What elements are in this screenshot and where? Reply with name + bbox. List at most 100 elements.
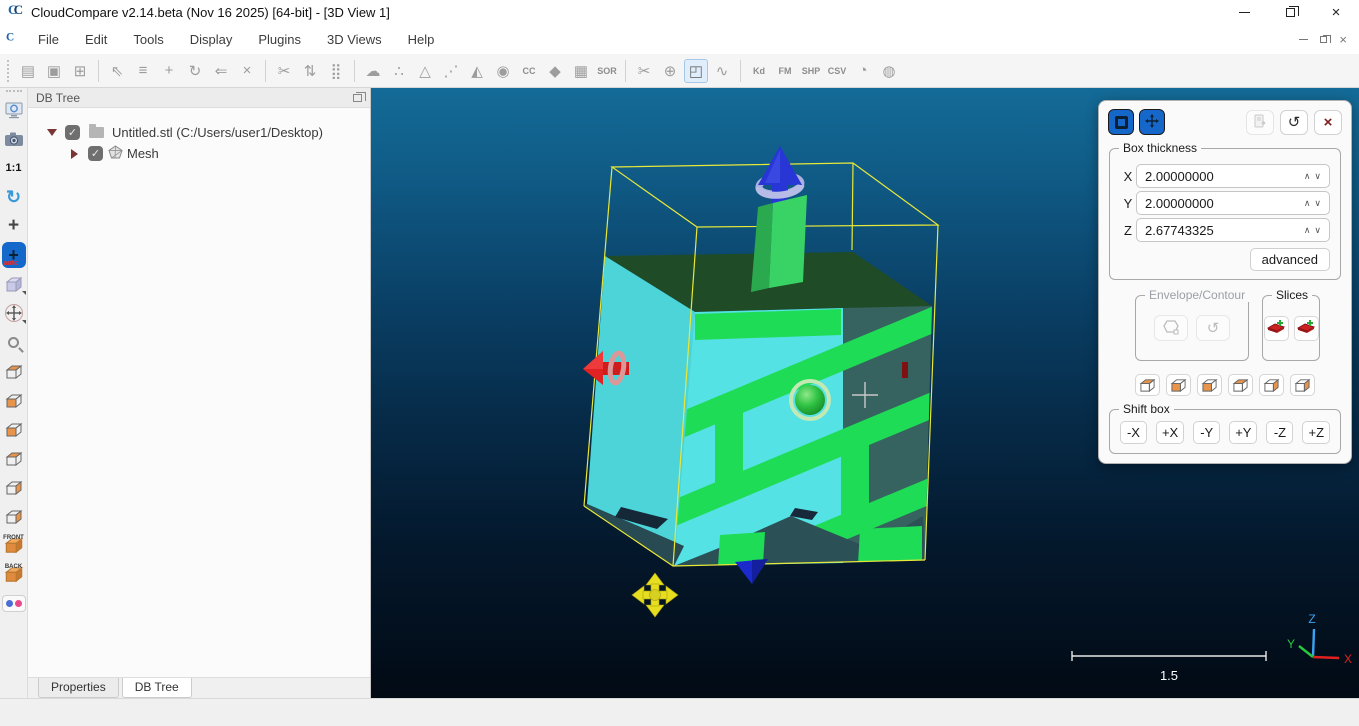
3d-viewport[interactable]: 1.5 Z Y X ↺ × (371, 88, 1359, 698)
subsample-icon[interactable]: ⣿ (324, 59, 348, 83)
tree-row-mesh[interactable]: ✓ Mesh (28, 143, 370, 164)
spin-down-icon[interactable]: ∨ (1314, 198, 1321, 209)
menu-item-file[interactable]: File (25, 27, 72, 52)
rail-grip[interactable] (6, 90, 22, 92)
restore-icon[interactable] (1267, 0, 1313, 24)
point-list-picking-icon[interactable]: + (157, 59, 181, 83)
shift-plusminus-x-button[interactable]: +X (1156, 421, 1184, 444)
delete-icon[interactable]: × (235, 59, 259, 83)
thickness-z-input[interactable]: 2.67743325 ∧ ∨ (1136, 218, 1330, 242)
dropdown-arrow-icon[interactable] (22, 320, 26, 324)
menu-item-plugins[interactable]: Plugins (245, 27, 314, 52)
set-view-front-button[interactable] (1197, 374, 1222, 396)
set-view-left-button[interactable] (1259, 374, 1284, 396)
extract-multi-slices-button[interactable] (1294, 316, 1319, 341)
view-back-icon[interactable] (2, 446, 26, 470)
menu-item-edit[interactable]: Edit (72, 27, 120, 52)
extract-envelope-button[interactable] (1154, 315, 1188, 341)
spin-down-icon[interactable]: ∨ (1314, 225, 1321, 236)
child-restore-icon[interactable] (1320, 36, 1327, 43)
show-interactors-toggle[interactable] (1139, 109, 1165, 135)
trace-polyline-icon[interactable]: ∿ (710, 59, 734, 83)
toolbar-grip[interactable] (7, 60, 11, 82)
compute-octree-icon[interactable]: ∴ (387, 59, 411, 83)
save-icon[interactable]: ▣ (42, 59, 66, 83)
clipping-box-icon[interactable]: ◰ (684, 59, 708, 83)
set-view-back-button[interactable] (1228, 374, 1253, 396)
checker-texture-icon[interactable]: ▦ (569, 59, 593, 83)
z-minus-cone-interactor[interactable] (735, 559, 768, 584)
show-box-toggle[interactable] (1108, 109, 1134, 135)
csv-export-icon[interactable]: CSV (825, 59, 849, 83)
globe-icon[interactable]: ◍ (877, 59, 901, 83)
collapse-arrow-icon[interactable] (71, 149, 78, 159)
spin-up-icon[interactable]: ∧ (1304, 171, 1311, 182)
scissors-segment-icon[interactable]: ✂ (632, 59, 656, 83)
spin-up-icon[interactable]: ∧ (1304, 225, 1311, 236)
shift-minus-x-button[interactable]: -X (1120, 421, 1147, 444)
visibility-checkbox[interactable]: ✓ (65, 125, 80, 140)
auto-pick-center-icon[interactable]: +auto (2, 243, 26, 267)
sample-points-icon[interactable]: ⋰ (439, 59, 463, 83)
pan-mode-icon[interactable] (2, 301, 26, 325)
tree-item-label[interactable]: Untitled.stl (C:/Users/user1/Desktop) (112, 125, 323, 140)
open-icon[interactable]: ▤ (16, 59, 40, 83)
set-view-top-button[interactable] (1135, 374, 1160, 396)
advanced-button[interactable]: advanced (1250, 248, 1330, 271)
shift-minus-z-button[interactable]: -Z (1266, 421, 1293, 444)
cloud-cloud-distance-icon[interactable]: CC (517, 59, 541, 83)
render-display-icon[interactable] (2, 98, 26, 122)
expand-arrow-icon[interactable] (47, 129, 57, 136)
view-top-icon[interactable] (2, 359, 26, 383)
thickness-y-input[interactable]: 2.00000000 ∧ ∨ (1136, 191, 1330, 215)
menu-item-tools[interactable]: Tools (120, 27, 176, 52)
apply-transformation-icon[interactable]: ⇐ (209, 59, 233, 83)
spin-up-icon[interactable]: ∧ (1304, 198, 1311, 209)
dropdown-arrow-icon[interactable] (22, 291, 26, 295)
zoom-magnifier-icon[interactable] (2, 330, 26, 354)
translate-rotate-icon[interactable]: ⊕ (658, 59, 682, 83)
segment-icon[interactable]: ✂ (272, 59, 296, 83)
minimize-icon[interactable] (1221, 0, 1267, 24)
child-minimize-icon[interactable] (1299, 39, 1308, 40)
thickness-x-input[interactable]: 2.00000000 ∧ ∨ (1136, 164, 1330, 188)
view-left-icon[interactable] (2, 475, 26, 499)
primitive-factory-icon[interactable]: ◆ (543, 59, 567, 83)
tree-row-root[interactable]: ✓ Untitled.stl (C:/Users/user1/Desktop) (28, 122, 370, 143)
shift-plusminus-z-button[interactable]: +Z (1302, 421, 1330, 444)
menu-item-display[interactable]: Display (177, 27, 246, 52)
close-icon[interactable]: × (1313, 0, 1359, 24)
shift-minus-y-button[interactable]: -Y (1193, 421, 1220, 444)
clone-icon[interactable]: ↻ (183, 59, 207, 83)
close-tool-button[interactable]: × (1314, 110, 1342, 135)
visibility-checkbox[interactable]: ✓ (88, 146, 103, 161)
compute-normals-icon[interactable]: ☁ (361, 59, 385, 83)
save-copy-icon[interactable]: ⊞ (68, 59, 92, 83)
set-view-bottom-button[interactable] (1166, 374, 1191, 396)
properties-list-icon[interactable]: ≡ (131, 59, 155, 83)
view-front-icon[interactable] (2, 417, 26, 441)
set-view-right-button[interactable] (1290, 374, 1315, 396)
fast-marching-icon[interactable]: FM (773, 59, 797, 83)
iso-front-icon[interactable]: FRONT (2, 533, 26, 557)
sphere-render-icon[interactable]: ◔ (851, 59, 875, 83)
zoom-1-1-icon[interactable]: 1:1 (2, 156, 26, 180)
sor-filter-icon[interactable]: SOR (595, 59, 619, 83)
view-right-icon[interactable] (2, 504, 26, 528)
iso-back-icon[interactable]: BACK (2, 562, 26, 586)
tab-db-tree[interactable]: DB Tree (122, 678, 192, 698)
reset-box-button[interactable]: ↺ (1280, 110, 1308, 135)
pick-element-icon[interactable]: ⇖ (105, 59, 129, 83)
view-bottom-icon[interactable] (2, 388, 26, 412)
rotate-view-icon[interactable]: ↻ (2, 185, 26, 209)
undock-icon[interactable] (353, 94, 362, 102)
point-pair-align-icon[interactable]: ⇅ (298, 59, 322, 83)
perspective-cube-icon[interactable] (2, 272, 26, 296)
kd-tree-icon[interactable]: Kd (747, 59, 771, 83)
mesh-delaunay-icon[interactable]: △ (413, 59, 437, 83)
menu-item-help[interactable]: Help (395, 27, 448, 52)
shift-plusminus-y-button[interactable]: +Y (1229, 421, 1257, 444)
center-sphere-interactor[interactable] (791, 381, 829, 419)
shp-export-icon[interactable]: SHP (799, 59, 823, 83)
remove-last-contour-button[interactable]: ↺ (1196, 315, 1230, 341)
